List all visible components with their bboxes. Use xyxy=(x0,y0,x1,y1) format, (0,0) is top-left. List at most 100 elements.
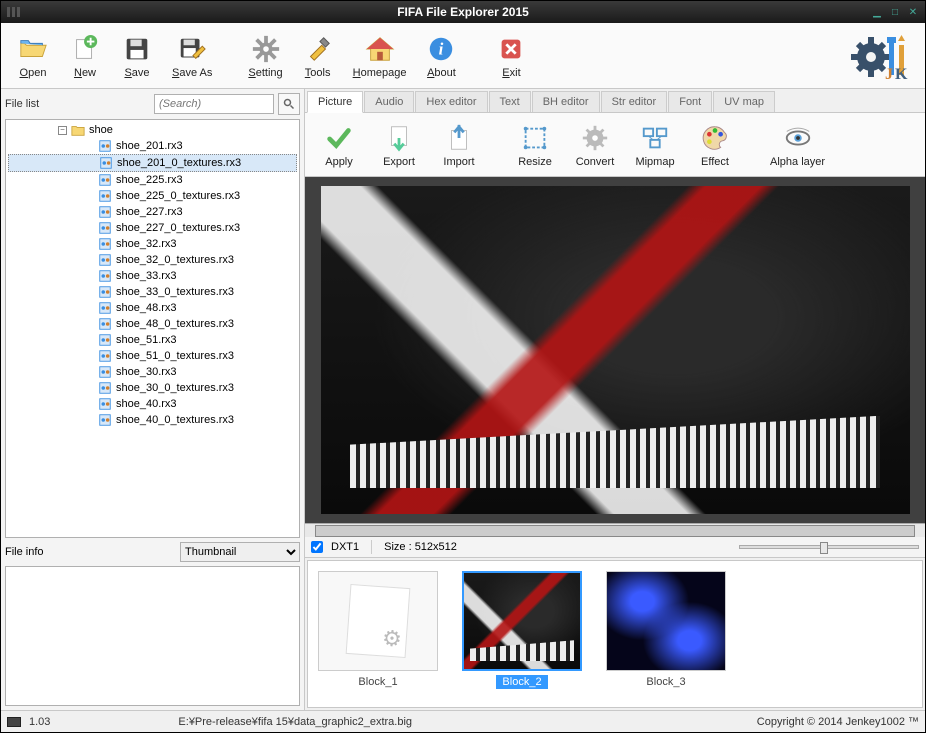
thumbnail-image xyxy=(462,571,582,671)
left-panel: File list −shoeshoe_201.rx3shoe_201_0_te… xyxy=(1,89,305,710)
rx3-file-icon xyxy=(98,285,112,299)
floppy-pencil-icon xyxy=(176,33,208,65)
block-thumbnail[interactable]: Block_2 xyxy=(460,569,584,699)
rx3-file-icon xyxy=(98,269,112,283)
rx3-file-icon xyxy=(98,139,112,153)
tree-file-item[interactable]: shoe_40.rx3 xyxy=(8,396,297,412)
tab-bh-editor[interactable]: BH editor xyxy=(532,91,600,112)
horizontal-scrollbar[interactable] xyxy=(305,523,925,537)
tab-picture[interactable]: Picture xyxy=(307,91,363,113)
effect-button[interactable]: Effect xyxy=(685,115,745,175)
svg-text:J: J xyxy=(885,66,893,81)
rx3-file-icon xyxy=(99,156,113,170)
rx3-file-icon xyxy=(98,173,112,187)
texture-format: DXT1 xyxy=(331,541,359,553)
version-label: 1.03 xyxy=(21,716,58,728)
label: Homepage xyxy=(353,67,407,79)
mipmap-button[interactable]: Mipmap xyxy=(625,115,685,175)
status-bar: 1.03 E:¥Pre-release¥fifa 15¥data_graphic… xyxy=(1,710,925,732)
saveas-button[interactable]: Save As xyxy=(163,26,221,86)
block-thumbnail[interactable]: Block_1 xyxy=(316,569,440,699)
thumbnail-dropdown[interactable]: Thumbnail xyxy=(180,542,300,562)
rx3-file-icon xyxy=(98,381,112,395)
resize-icon xyxy=(519,122,551,154)
tree-file-item[interactable]: shoe_30.rx3 xyxy=(8,364,297,380)
rx3-file-icon xyxy=(98,349,112,363)
app-window: FIFA File Explorer 2015 ▁ □ ✕ OpenNewSav… xyxy=(0,0,926,733)
gear-icon xyxy=(250,33,282,65)
rx3-file-icon xyxy=(98,317,112,331)
tree-file-item[interactable]: shoe_48.rx3 xyxy=(8,300,297,316)
tree-file-item[interactable]: shoe_201_0_textures.rx3 xyxy=(8,154,297,172)
texture-checkbox[interactable] xyxy=(311,541,323,553)
tab-text[interactable]: Text xyxy=(489,91,531,112)
tree-file-item[interactable]: shoe_32_0_textures.rx3 xyxy=(8,252,297,268)
tab-font[interactable]: Font xyxy=(668,91,712,112)
setting-button[interactable]: Setting xyxy=(239,26,291,86)
rx3-file-icon xyxy=(98,301,112,315)
tab-strip: PictureAudioHex editorTextBH editorStr e… xyxy=(305,89,925,113)
tree-file-item[interactable]: shoe_33_0_textures.rx3 xyxy=(8,284,297,300)
collapse-icon[interactable]: − xyxy=(58,126,67,135)
resize-button[interactable]: Resize xyxy=(505,115,565,175)
close-button[interactable]: ✕ xyxy=(905,5,921,19)
tools-button[interactable]: Tools xyxy=(292,26,344,86)
rx3-file-icon xyxy=(98,333,112,347)
tree-file-item[interactable]: shoe_40_0_textures.rx3 xyxy=(8,412,297,428)
export-button[interactable]: Export xyxy=(369,115,429,175)
copyright-label: Copyright © 2014 Jenkey1002 ™ xyxy=(757,716,919,728)
search-input[interactable] xyxy=(154,94,274,114)
tree-file-item[interactable]: shoe_30_0_textures.rx3 xyxy=(8,380,297,396)
rx3-file-icon xyxy=(98,397,112,411)
floppy-icon xyxy=(121,33,153,65)
new-icon xyxy=(69,33,101,65)
apply-button[interactable]: Apply xyxy=(309,115,369,175)
exit-icon xyxy=(495,33,527,65)
maximize-button[interactable]: □ xyxy=(887,5,903,19)
thumbnail-label: Block_2 xyxy=(496,675,547,689)
tab-audio[interactable]: Audio xyxy=(364,91,414,112)
rx3-file-icon xyxy=(98,221,112,235)
tree-file-item[interactable]: shoe_227.rx3 xyxy=(8,204,297,220)
titlebar-grip xyxy=(7,7,20,17)
tree-file-item[interactable]: shoe_225_0_textures.rx3 xyxy=(8,188,297,204)
folder-icon xyxy=(71,123,85,137)
tools-icon xyxy=(302,33,334,65)
homepage-button[interactable]: Homepage xyxy=(344,26,416,86)
file-list-label: File list xyxy=(5,98,39,110)
tab-hex-editor[interactable]: Hex editor xyxy=(415,91,487,112)
search-button[interactable] xyxy=(278,93,300,115)
label: Save As xyxy=(172,67,212,79)
file-tree[interactable]: −shoeshoe_201.rx3shoe_201_0_textures.rx3… xyxy=(5,119,300,538)
rx3-file-icon xyxy=(98,365,112,379)
save-button[interactable]: Save xyxy=(111,26,163,86)
open-button[interactable]: Open xyxy=(7,26,59,86)
alpha-button[interactable]: Alpha layer xyxy=(761,115,834,175)
about-button[interactable]: iAbout xyxy=(415,26,467,86)
tab-str-editor[interactable]: Str editor xyxy=(601,91,668,112)
window-title: FIFA File Explorer 2015 xyxy=(397,5,529,19)
texture-preview[interactable] xyxy=(321,186,910,515)
tree-root[interactable]: −shoe xyxy=(8,122,297,138)
block-thumbnail[interactable]: Block_3 xyxy=(604,569,728,699)
svg-text:K: K xyxy=(895,66,908,81)
tree-file-item[interactable]: shoe_225.rx3 xyxy=(8,172,297,188)
exit-button[interactable]: Exit xyxy=(485,26,537,86)
thumbnail-label: Block_3 xyxy=(640,675,691,689)
rx3-file-icon xyxy=(98,253,112,267)
tree-file-item[interactable]: shoe_201.rx3 xyxy=(8,138,297,154)
tree-file-item[interactable]: shoe_32.rx3 xyxy=(8,236,297,252)
tree-file-item[interactable]: shoe_51_0_textures.rx3 xyxy=(8,348,297,364)
zoom-slider[interactable] xyxy=(739,545,919,549)
tree-file-item[interactable]: shoe_51.rx3 xyxy=(8,332,297,348)
tree-file-item[interactable]: shoe_48_0_textures.rx3 xyxy=(8,316,297,332)
home-icon xyxy=(364,33,396,65)
import-button[interactable]: Import xyxy=(429,115,489,175)
tree-file-item[interactable]: shoe_33.rx3 xyxy=(8,268,297,284)
new-button[interactable]: New xyxy=(59,26,111,86)
convert-button[interactable]: Convert xyxy=(565,115,625,175)
svg-text:i: i xyxy=(439,39,444,58)
tree-file-item[interactable]: shoe_227_0_textures.rx3 xyxy=(8,220,297,236)
tab-uv-map[interactable]: UV map xyxy=(713,91,775,112)
minimize-button[interactable]: ▁ xyxy=(869,5,885,19)
